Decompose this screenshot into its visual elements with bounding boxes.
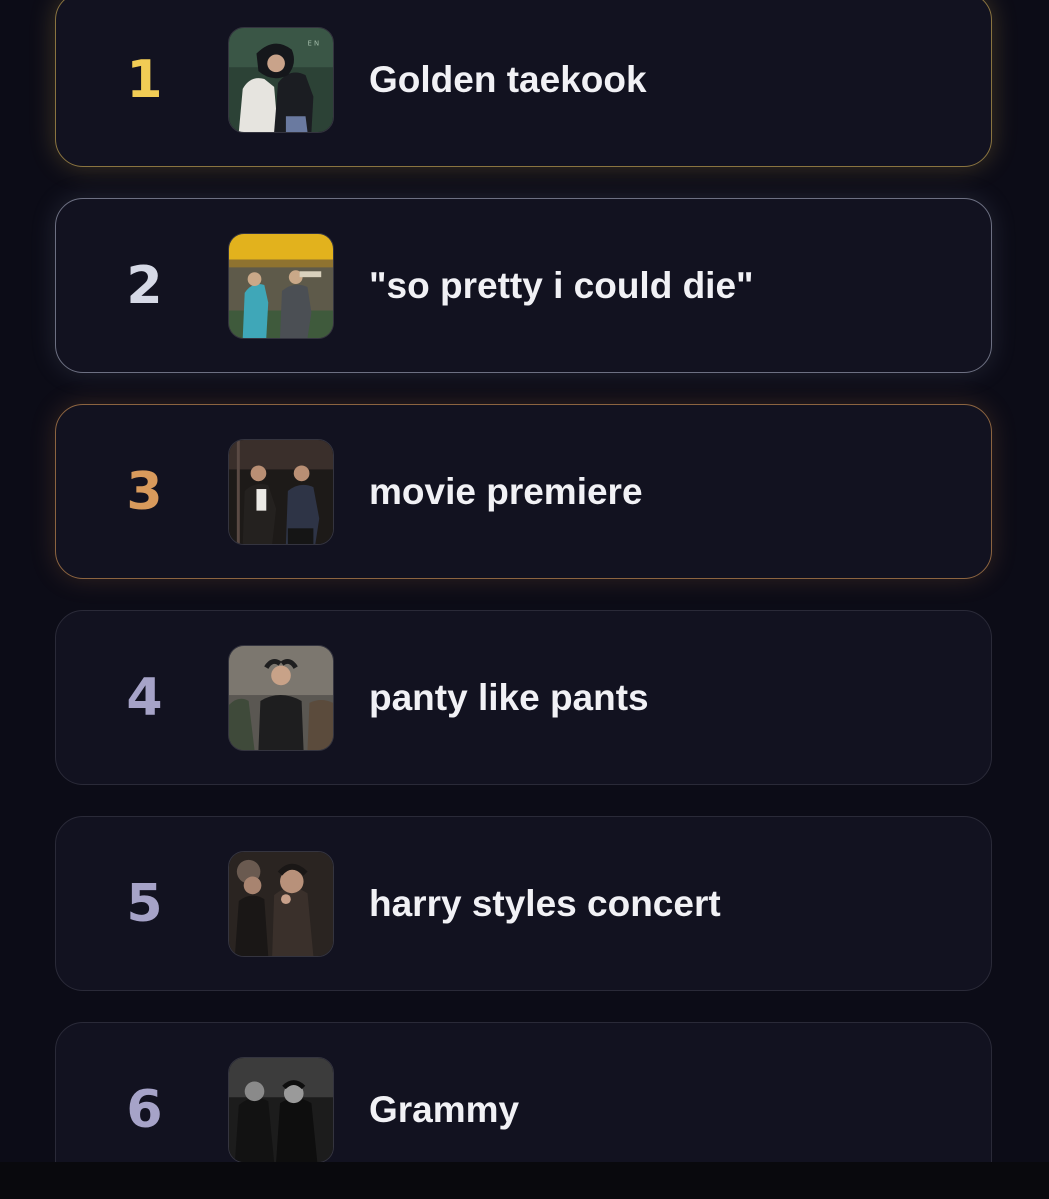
thumbnail-image <box>228 1056 334 1162</box>
rank-number: 6 <box>126 1079 162 1140</box>
ranking-item[interactable]: 6 Grammy <box>55 1022 992 1162</box>
ranking-item[interactable]: 3 movie premiere <box>55 404 992 579</box>
thumbnail-image <box>228 438 334 545</box>
rank-number: 1 <box>126 49 162 110</box>
rank-number: 4 <box>126 667 162 728</box>
item-title: harry styles concert <box>369 882 721 924</box>
item-title: Grammy <box>369 1088 520 1130</box>
rank-number: 5 <box>126 873 162 934</box>
thumbnail-image <box>228 232 334 339</box>
thumbnail-image: E N <box>228 26 334 133</box>
rank-number: 3 <box>126 461 162 522</box>
item-title: panty like pants <box>369 676 649 718</box>
bottom-bar <box>0 1162 1049 1199</box>
svg-text:E N: E N <box>307 39 319 47</box>
item-title: Golden taekook <box>369 58 647 100</box>
ranking-list: 1 E N Golden taekook 2 "so pretty i coul… <box>0 0 1049 1162</box>
thumbnail-image <box>228 644 334 751</box>
item-title: movie premiere <box>369 470 643 512</box>
ranking-item[interactable]: 1 E N Golden taekook <box>55 0 992 167</box>
ranking-item[interactable]: 4 panty like pants <box>55 610 992 785</box>
thumbnail-image <box>228 850 334 957</box>
ranking-item[interactable]: 2 "so pretty i could die" <box>55 198 992 373</box>
ranking-item[interactable]: 5 harry styles concert <box>55 816 992 991</box>
item-title: "so pretty i could die" <box>369 264 754 306</box>
rank-number: 2 <box>126 255 162 316</box>
